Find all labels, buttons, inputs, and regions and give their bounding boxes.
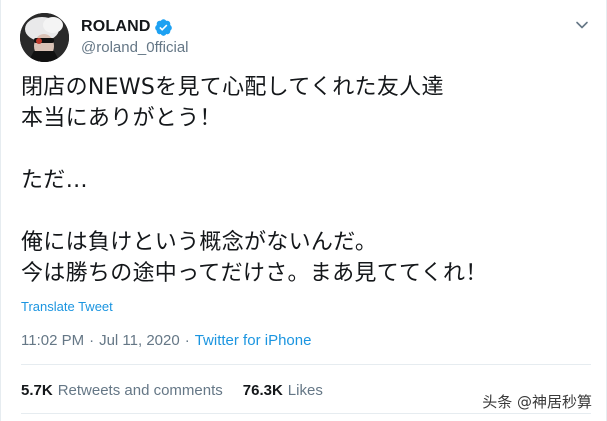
retweets-label: Retweets and comments [57, 382, 223, 399]
tweet-meta: 11:02 PM · Jul 11, 2020 · Twitter for iP… [21, 332, 311, 349]
tweet-text: 閉店のNEWSを見て心配してくれた友人達 本当にありがとう！ ただ… 俺には負け… [21, 72, 591, 289]
tweet-card: ROLAND @roland_0fficial 閉店のNEWSを見て心配してくれ… [0, 0, 607, 421]
tweet-line: 今は勝ちの途中ってだけさ。まあ見ててくれ！ [21, 261, 488, 286]
likes-label: Likes [287, 382, 323, 399]
verified-badge-icon [154, 18, 173, 37]
display-name[interactable]: ROLAND [81, 18, 151, 36]
tweet-line: ただ… [21, 168, 88, 193]
translate-tweet-link[interactable]: Translate Tweet [21, 299, 113, 314]
avatar[interactable] [20, 13, 69, 62]
retweets-stat[interactable]: 5.7K Retweets and comments [21, 382, 223, 399]
tweet-stats: 5.7K Retweets and comments 76.3K Likes [21, 382, 323, 399]
watermark: 头条 @神居秒算 [482, 393, 592, 411]
tweet-line: 俺には負けという概念がないんだ。 [21, 230, 378, 255]
tweet-date[interactable]: Jul 11, 2020 [99, 332, 180, 349]
tweet-line: 本当にありがとう！ [21, 106, 222, 131]
user-handle[interactable]: @roland_0fficial [81, 39, 189, 56]
tweet-source-link[interactable]: Twitter for iPhone [195, 332, 312, 349]
chevron-down-icon[interactable] [574, 17, 590, 33]
divider [21, 413, 591, 414]
meta-separator: · [89, 332, 95, 349]
tweet-line-blank [21, 134, 591, 165]
meta-separator: · [184, 332, 190, 349]
divider [21, 364, 591, 365]
avatar-image [20, 13, 69, 62]
tweet-time[interactable]: 11:02 PM [21, 332, 84, 349]
tweet-line: 閉店のNEWSを見て心配してくれた友人達 [21, 75, 444, 100]
display-name-row[interactable]: ROLAND [81, 16, 173, 38]
tweet-line-blank [21, 196, 591, 227]
likes-count: 76.3K [242, 382, 283, 399]
likes-stat[interactable]: 76.3K Likes [243, 382, 323, 399]
retweets-count: 5.7K [21, 382, 53, 399]
